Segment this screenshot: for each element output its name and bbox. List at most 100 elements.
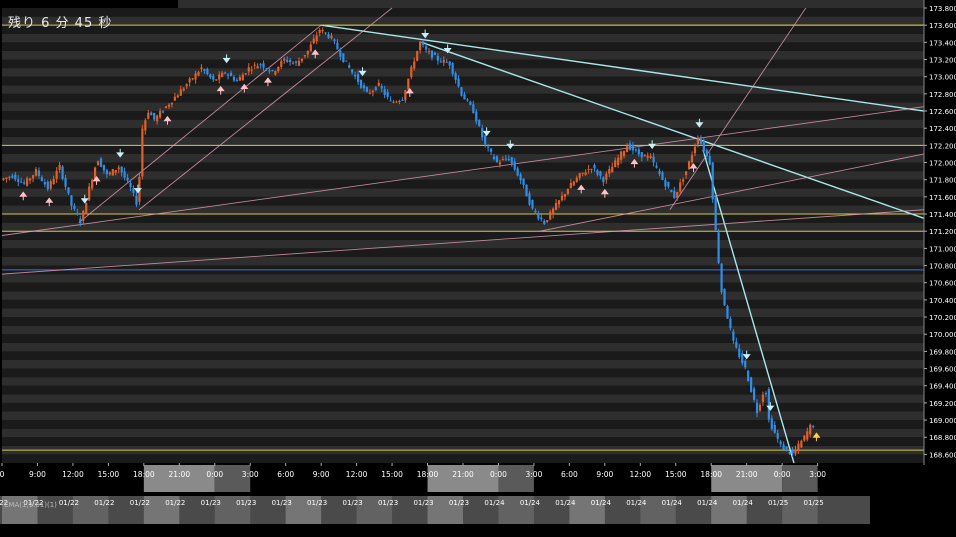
candle-body	[761, 394, 765, 402]
candle-body	[312, 38, 315, 44]
y-tick-label: 170.400	[929, 297, 956, 305]
candle-body	[422, 41, 425, 45]
candle-body	[188, 78, 191, 83]
candle-body	[200, 67, 203, 70]
price-chart[interactable]: 173.800 173.600 173.400 173.200 173.000 172.8…	[0, 0, 956, 537]
candle-body	[708, 156, 711, 165]
candle-body	[333, 39, 336, 42]
candle-body	[241, 74, 244, 81]
candle-body	[398, 100, 401, 103]
candle-body	[126, 177, 129, 181]
candle-body	[481, 128, 484, 138]
candle-body	[280, 61, 283, 67]
candle-body	[55, 170, 58, 179]
x-tick-label: 18:00	[417, 470, 439, 479]
candle-body	[105, 170, 109, 175]
candle-body	[625, 146, 629, 153]
candle-body	[99, 158, 103, 167]
candle-body	[634, 149, 637, 151]
candle-body	[501, 159, 504, 161]
date-tick-label: 01/24	[697, 499, 718, 507]
candle-body	[779, 441, 782, 445]
candle-body	[478, 119, 481, 127]
band	[2, 420, 924, 429]
candle-body	[696, 138, 700, 145]
x-tick-label: 6:00	[277, 470, 294, 479]
candle-body	[34, 169, 38, 176]
candle-body	[20, 181, 23, 183]
candle-body	[158, 111, 162, 118]
candle-body	[587, 169, 590, 171]
candle-body	[752, 388, 756, 400]
candle-body	[286, 59, 289, 62]
band	[2, 325, 924, 335]
band	[2, 377, 924, 386]
candle-body	[534, 210, 537, 213]
candle-body	[2, 178, 5, 180]
candle-body	[11, 175, 14, 178]
candle-body	[351, 69, 354, 73]
candle-body	[690, 155, 694, 163]
candle-body	[306, 50, 309, 55]
candle-body	[806, 431, 809, 440]
candle-body	[755, 402, 759, 414]
date-tick-label: 01/23	[343, 499, 363, 507]
candle-body	[419, 41, 422, 51]
candle-body	[238, 76, 241, 81]
candle-body	[179, 89, 182, 96]
x-tick-label: 3:00	[526, 470, 543, 479]
y-tick-label: 172.200	[929, 142, 956, 150]
y-tick-label: 170.200	[929, 314, 956, 322]
candle-body	[203, 69, 206, 71]
candle-body	[758, 404, 762, 411]
band	[2, 351, 924, 360]
candle-body	[584, 172, 587, 176]
x-tick-label: 0:00	[774, 470, 791, 479]
candle-body	[430, 50, 434, 58]
candle-body	[492, 156, 496, 160]
candle-body	[797, 443, 800, 450]
candle-body	[489, 148, 493, 152]
candle-body	[277, 66, 280, 72]
candle-body	[679, 182, 682, 192]
y-tick-label: 173.200	[929, 57, 956, 65]
y-tick-label: 173.800	[929, 5, 956, 13]
candle-body	[167, 104, 171, 107]
candle-body	[794, 449, 797, 454]
band	[2, 437, 924, 446]
band	[2, 222, 924, 232]
band	[2, 205, 924, 215]
candle-body	[123, 171, 126, 178]
candle-body	[348, 65, 351, 68]
candle-body	[803, 435, 806, 441]
x-tick-label: 0:00	[206, 470, 223, 479]
candle-body	[463, 94, 466, 100]
candle-body	[362, 85, 366, 89]
date-tick-label: 01/22	[59, 499, 79, 507]
candle-body	[628, 143, 632, 150]
candle-body	[569, 182, 572, 189]
candle-body	[711, 162, 714, 200]
date-tick-label: 01/24	[484, 499, 505, 507]
y-tick-label: 170.800	[929, 263, 956, 271]
candle-body	[664, 180, 667, 187]
candle-body	[28, 178, 32, 181]
candle-body	[67, 187, 70, 194]
candle-body	[773, 424, 776, 433]
candle-body	[540, 217, 543, 220]
x-tick-label: 0:00	[490, 470, 507, 479]
candle-body	[70, 195, 73, 206]
candle-body	[554, 202, 558, 210]
candle-body	[475, 111, 478, 122]
candle-body	[498, 162, 502, 165]
candle-body	[215, 79, 218, 81]
band	[2, 93, 924, 103]
candle-body	[747, 370, 750, 382]
candle-body	[404, 90, 407, 101]
x-tick-label: 15:00	[98, 470, 120, 479]
countdown-bar	[0, 0, 178, 8]
candle-body	[537, 214, 540, 219]
x-tick-label: 9:00	[596, 470, 613, 479]
band	[2, 454, 924, 463]
candle-body	[31, 175, 35, 179]
